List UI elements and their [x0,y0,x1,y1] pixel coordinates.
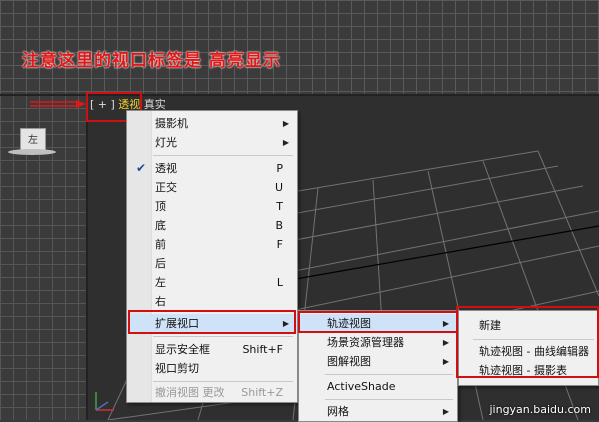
menu-item-viewport-clipping[interactable]: 视口剪切 [127,359,297,378]
menu-item-camera[interactable]: 摄影机 ▶ [127,114,297,133]
submenu-arrow-icon: ▶ [282,119,289,128]
view-cube-face-label: 左 [28,135,38,146]
viewport-context-menu: 摄影机 ▶ 灯光 ▶ ✔ 透视 P 正交 U 顶T 底B 前F 后 左L 右 扩展视口 ▶ … [126,110,298,403]
menu-item-bottom[interactable]: 底B [127,216,297,235]
menu-separator [153,381,293,382]
menu-item-top[interactable]: 顶T [127,197,297,216]
menu-separator [153,336,293,337]
view-cube-ring[interactable] [8,149,56,155]
checkmark-icon: ✔ [136,161,147,175]
annotation-arrow-icon [30,100,86,108]
menu-item-lights[interactable]: 灯光 ▶ [127,133,297,152]
menu-item-scene-explorer[interactable]: 场景资源管理器 ▶ [299,333,457,352]
highlight-box-track-view-submenu [456,306,599,378]
submenu-arrow-icon: ▶ [282,138,289,147]
watermark: jingyan.baidu.com [489,403,591,416]
menu-separator [325,374,453,375]
highlight-box-extended-viewports [128,310,296,334]
submenu-arrow-icon: ▶ [442,357,449,366]
axis-tripod-icon [95,392,114,411]
menu-separator [153,155,293,156]
menu-item-show-safe-frames[interactable]: 显示安全框 Shift+F [127,340,297,359]
menu-item-left[interactable]: 左L [127,273,297,292]
menu-item-front[interactable]: 前F [127,235,297,254]
menu-item-activeshade[interactable]: ActiveShade [299,377,457,396]
menu-item-back[interactable]: 后 [127,254,297,273]
menu-item-grid[interactable]: 网格 ▶ [299,402,457,421]
highlight-box-track-view [298,311,458,333]
submenu-arrow-icon: ▶ [442,407,449,416]
annotation-text: 注意这里的视口标签是 高亮显示 [22,51,281,71]
submenu-arrow-icon: ▶ [442,338,449,347]
menu-item-perspective[interactable]: ✔ 透视 P [127,159,297,178]
menu-item-undo-view-change[interactable]: 撤消视图 更改 Shift+Z [127,383,297,402]
menu-item-orthographic[interactable]: 正交 U [127,178,297,197]
menu-separator [325,399,453,400]
menu-item-schematic-view[interactable]: 图解视图 ▶ [299,352,457,371]
menu-item-right[interactable]: 右 [127,292,297,311]
